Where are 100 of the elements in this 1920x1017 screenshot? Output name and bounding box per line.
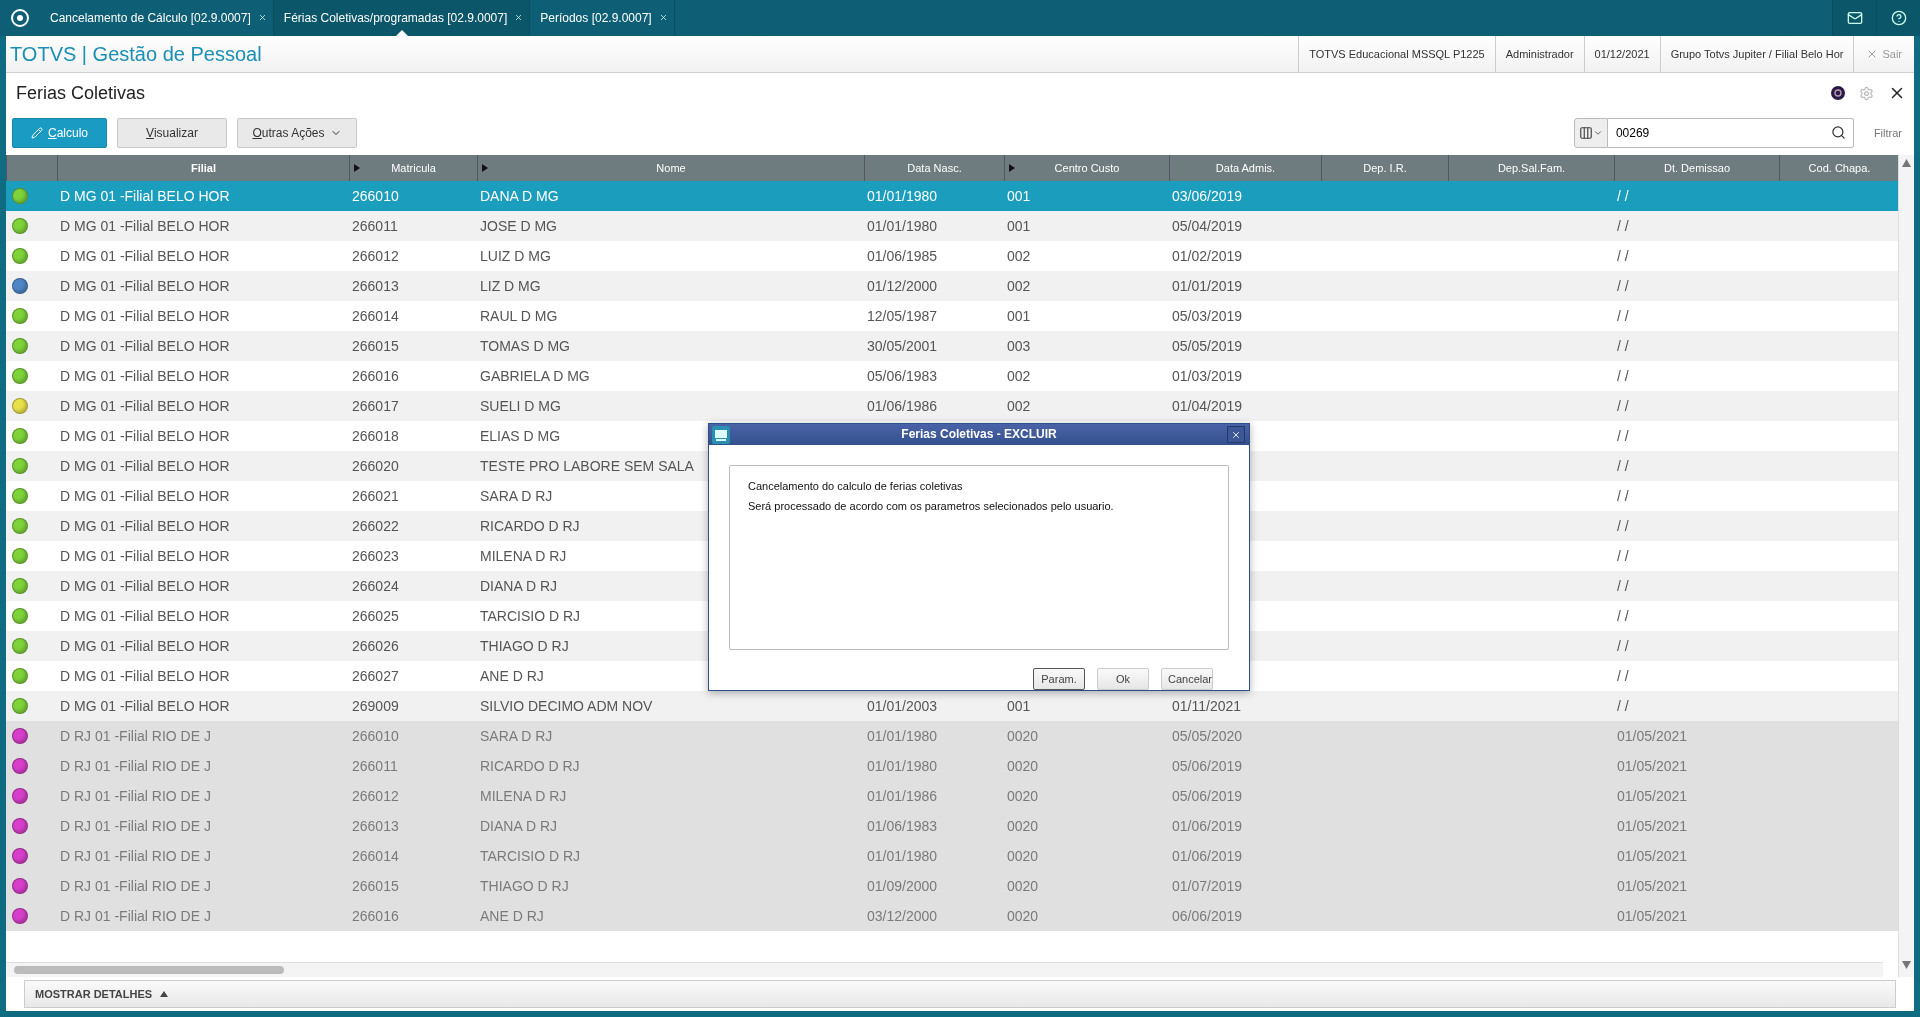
table-cell-text: / / [1616, 698, 1629, 714]
session-info: Administrador [1494, 36, 1584, 72]
table-cell-text: / / [1616, 518, 1629, 534]
table-cell-text: D MG 01 -Filial BELO HOR [59, 488, 230, 504]
table-row[interactable]: D MG 01 -Filial BELO HOR 266011 JOSE D MG 01/01/1980 001 05/04/2019 / / [6, 211, 1898, 241]
table-row[interactable]: D RJ 01 -Filial RIO DE J 266012 MILENA D RJ 01/01/1986 0020 05/06/2019 01/05/2021 [6, 781, 1898, 811]
table-row[interactable]: D RJ 01 -Filial RIO DE J 266010 SARA D RJ 01/01/1980 0020 05/05/2020 01/05/2021 [6, 721, 1898, 751]
table-cell-text: LUIZ D MG [479, 248, 551, 264]
vertical-scrollbar[interactable] [1898, 155, 1914, 977]
table-cell-text: 266011 [351, 218, 398, 234]
table-cell-text: 0020 [1006, 728, 1039, 744]
table-cell-text: RICARDO D RJ [479, 758, 580, 774]
table-row[interactable]: D RJ 01 -Filial RIO DE J 266015 THIAGO D RJ 01/09/2000 0020 01/07/2019 01/05/2021 [6, 871, 1898, 901]
table-cell-text: 05/03/2019 [1171, 308, 1243, 324]
table-row[interactable]: D RJ 01 -Filial RIO DE J 266014 TARCISIO D RJ 01/01/1980 0020 01/06/2019 01/05/2021 [6, 841, 1898, 871]
table-cell-text: RICARDO D RJ [479, 518, 580, 534]
table-cell-text: / / [1616, 458, 1629, 474]
tab[interactable]: Férias Coletivas/programadas [02.9.0007] [273, 0, 531, 36]
monitor-icon [712, 426, 730, 444]
table-cell-text: 266017 [351, 398, 399, 414]
search-icon[interactable] [1830, 125, 1846, 140]
table-cell-text: 266021 [351, 488, 399, 504]
table-cell-text: 001 [1006, 308, 1031, 324]
filter-link[interactable]: Filtrar [1867, 127, 1908, 139]
table-cell-text: 01/04/2019 [1171, 398, 1243, 414]
dialog-title: Ferias Coletivas - EXCLUIR [901, 427, 1057, 442]
table-cell-text: 01/01/1980 [866, 848, 938, 864]
toolbar-button[interactable]: Calculo [12, 118, 107, 148]
table-cell-text: THIAGO D RJ [479, 638, 569, 654]
table-cell-text: D MG 01 -Filial BELO HOR [59, 698, 230, 714]
table-cell-text: 266010 [351, 728, 399, 744]
table-cell-text: 266018 [351, 428, 399, 444]
table-cell-text: / / [1616, 668, 1629, 684]
table-row[interactable]: D RJ 01 -Filial RIO DE J 266016 ANE D RJ 03/12/2000 0020 06/06/2019 01/05/2021 [6, 901, 1898, 931]
dialog-button[interactable]: Param. [1033, 668, 1085, 690]
dialog-button[interactable]: Cancelar [1161, 668, 1213, 690]
table-cell-text: 002 [1006, 248, 1031, 264]
columns-button[interactable] [1573, 118, 1608, 148]
close-button[interactable] [1227, 426, 1245, 443]
table-cell-text: 266015 [351, 878, 399, 894]
table-cell-text: D MG 01 -Filial BELO HOR [59, 248, 230, 264]
table-cell-text: / / [1616, 368, 1629, 384]
search-field[interactable]: 00269 [1607, 118, 1854, 148]
table-cell-text: 01/05/2021 [1616, 818, 1688, 834]
message-text: Será processado de acordo com os parametros selecionados pelo usuario. [748, 499, 1115, 512]
table-cell-text: 01/05/2021 [1616, 758, 1688, 774]
horizontal-scrollbar[interactable] [6, 962, 1883, 977]
close-icon [1231, 429, 1241, 440]
table-cell-text: TARCISIO D RJ [479, 848, 581, 864]
table-cell-text: 01/01/2003 [866, 698, 938, 714]
table-cell-text: D MG 01 -Filial BELO HOR [59, 548, 230, 564]
app-logo[interactable] [10, 8, 30, 28]
scroll-down-icon[interactable] [1902, 961, 1911, 969]
triangle-icon [395, 30, 408, 36]
table-cell-text: 002 [1006, 368, 1031, 384]
table-cell-text: 266016 [351, 368, 399, 384]
table-cell-text: 266020 [351, 458, 399, 474]
table-cell-text: 0020 [1006, 908, 1039, 924]
table-cell-text: 01/05/2021 [1616, 848, 1688, 864]
table-row[interactable]: D MG 01 -Filial BELO HOR 269009 SILVIO DECIMO ADM NOV 01/01/2003 001 01/11/2021 / / [6, 691, 1898, 721]
caret-icon [1592, 128, 1603, 138]
table-row[interactable]: D MG 01 -Filial BELO HOR 266013 LIZ D MG 01/12/2000 002 01/01/2019 / / [6, 271, 1898, 301]
table-cell-text: SILVIO DECIMO ADM NOV [479, 698, 653, 714]
table-cell-text: 01/05/2021 [1616, 878, 1688, 894]
scroll-up-icon[interactable] [1902, 159, 1911, 167]
table-cell-text: 266012 [351, 788, 399, 804]
table-cell-text: DIANA D RJ [479, 578, 557, 594]
app-title: TOTVS | Gestão de Pessoal [10, 42, 262, 66]
dropdown-button[interactable]: Outras Ações [237, 118, 357, 148]
table-cell-text: D RJ 01 -Filial RIO DE J [59, 758, 211, 774]
table-cell-text: D MG 01 -Filial BELO HOR [59, 668, 230, 684]
table-row[interactable]: D MG 01 -Filial BELO HOR 266017 SUELI D MG 01/06/1986 002 01/04/2019 / / [6, 391, 1898, 421]
table-row[interactable]: D RJ 01 -Filial RIO DE J 266011 RICARDO D RJ 01/01/1980 0020 05/06/2019 01/05/2021 [6, 751, 1898, 781]
table-cell-text: 01/09/2000 [866, 878, 938, 894]
dialog-button[interactable]: Ok [1097, 668, 1149, 690]
table-cell-text: / / [1616, 308, 1629, 324]
table-cell-text: / / [1616, 638, 1629, 654]
table-cell-text: / / [1616, 428, 1629, 444]
table-cell-text: 269009 [351, 698, 399, 714]
table-cell-text: LIZ D MG [479, 278, 541, 294]
help-icon[interactable] [1876, 0, 1920, 36]
circle-icon[interactable] [1831, 86, 1845, 100]
logout-button[interactable]: Sair [1853, 36, 1914, 72]
table-cell-text: 266026 [351, 638, 399, 654]
table-row[interactable]: D MG 01 -Filial BELO HOR 266010 DANA D MG 01/01/1980 001 03/06/2019 / / [6, 181, 1898, 211]
table-cell-text: TESTE PRO LABORE SEM SALA [479, 458, 694, 474]
details-toggle[interactable]: MOSTRAR DETALHES [24, 980, 1896, 1008]
toolbar-button[interactable]: Visualizar [117, 118, 227, 148]
table-cell-text: 266025 [351, 608, 399, 624]
table-row[interactable]: D MG 01 -Filial BELO HOR 266015 TOMAS D MG 30/05/2001 003 05/05/2019 / / [6, 331, 1898, 361]
table-row[interactable]: D RJ 01 -Filial RIO DE J 266013 DIANA D RJ 01/06/1983 0020 01/06/2019 01/05/2021 [6, 811, 1898, 841]
pencil-icon [31, 127, 43, 139]
table-cell-text: D MG 01 -Filial BELO HOR [59, 578, 230, 594]
table-cell-text: D RJ 01 -Filial RIO DE J [59, 908, 211, 924]
table-cell-text: 002 [1006, 278, 1031, 294]
session-info: TOTVS Educacional MSSQL P1225 [1298, 36, 1495, 72]
table-cell-text: 001 [1006, 698, 1031, 714]
table-cell-text: D RJ 01 -Filial RIO DE J [59, 848, 211, 864]
table-cell-text: ANE D RJ [479, 668, 544, 684]
mail-icon[interactable] [1832, 0, 1876, 36]
